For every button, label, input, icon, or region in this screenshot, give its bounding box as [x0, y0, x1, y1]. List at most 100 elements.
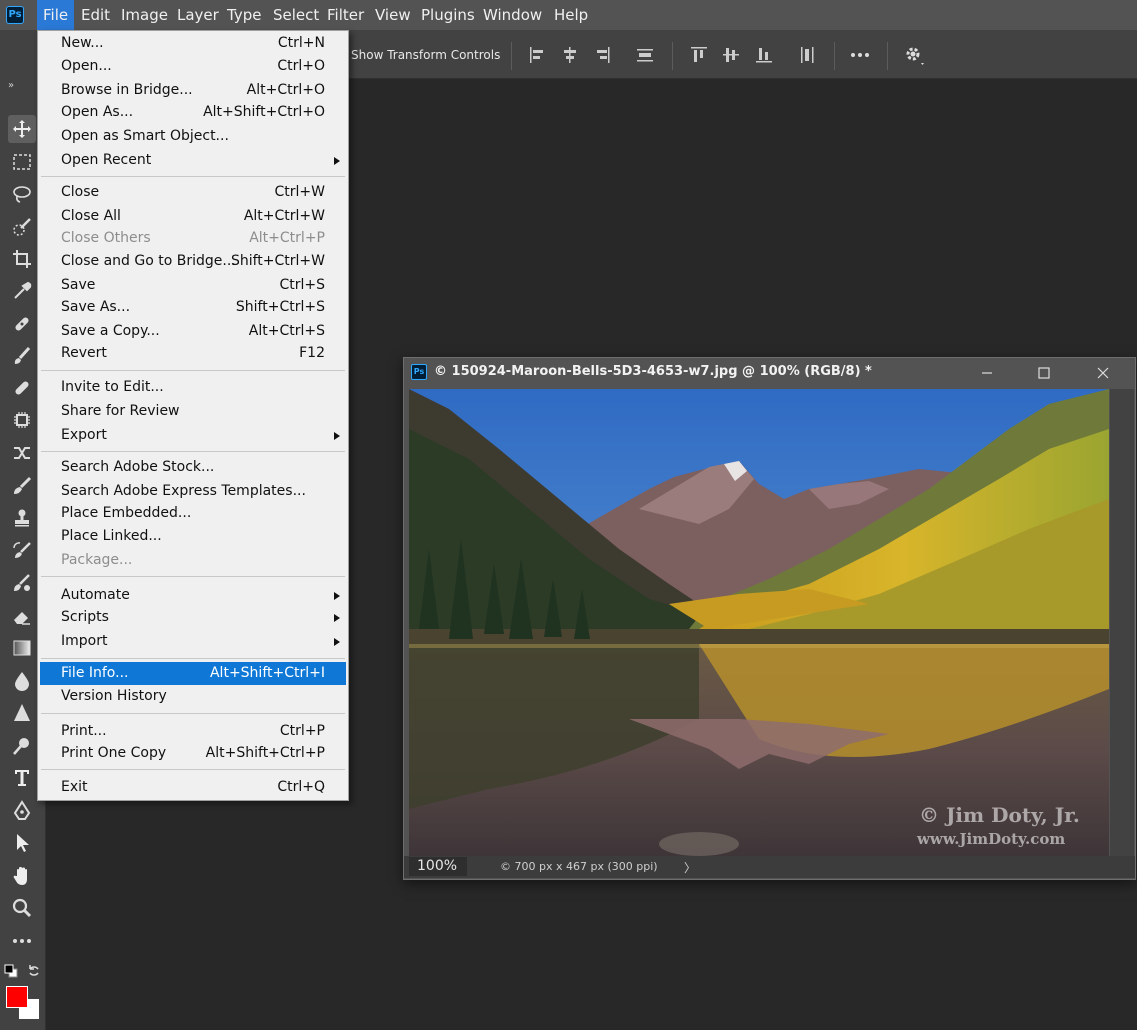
paint-brush-icon[interactable]: [8, 472, 36, 500]
show-transform-controls-label[interactable]: Show Transform Controls: [351, 48, 500, 62]
eraser-tool-icon[interactable]: [8, 602, 36, 630]
menu-filter[interactable]: Filter: [321, 0, 370, 30]
foreground-color-swatch[interactable]: [6, 986, 28, 1008]
menu-item-file-info[interactable]: File Info... Alt+Shift+Ctrl+I: [40, 662, 346, 685]
divider: [672, 42, 673, 70]
menu-item-new[interactable]: New... Ctrl+N: [40, 32, 346, 55]
landscape-photo: © Jim Doty, Jr. www.JimDoty.com: [409, 389, 1109, 856]
document-window: Ps © 150924-Maroon-Bells-5D3-4653-w7.jpg…: [403, 357, 1136, 880]
align-horizontal-center-icon[interactable]: [559, 44, 581, 66]
document-title: © 150924-Maroon-Bells-5D3-4653-w7.jpg @ …: [434, 364, 872, 379]
submenu-arrow-icon: [334, 157, 340, 165]
document-canvas[interactable]: © Jim Doty, Jr. www.JimDoty.com: [409, 389, 1109, 856]
menu-item-save-a-copy[interactable]: Save a Copy... Alt+Ctrl+S: [40, 320, 346, 343]
maximize-button[interactable]: [1024, 360, 1064, 386]
menu-item-scripts[interactable]: Scripts: [40, 606, 346, 629]
clone-stamp-chip-icon[interactable]: [8, 406, 36, 434]
dodge-tool-icon[interactable]: [8, 732, 36, 760]
sharpen-tool-icon[interactable]: [8, 699, 36, 727]
content-aware-move-icon[interactable]: [8, 439, 36, 467]
menu-item-exit[interactable]: Exit Ctrl+Q: [40, 776, 346, 799]
menu-item-version-history[interactable]: Version History: [40, 685, 346, 708]
menu-edit[interactable]: Edit: [75, 0, 116, 30]
marquee-tool-icon[interactable]: [8, 148, 36, 176]
distribute-horizontal-icon[interactable]: [634, 44, 656, 66]
document-info: © 700 px x 467 px (300 ppi): [500, 860, 658, 873]
photoshop-logo-icon[interactable]: Ps: [6, 6, 24, 24]
menu-plugins[interactable]: Plugins: [415, 0, 481, 30]
menu-file[interactable]: File: [37, 0, 75, 30]
move-tool-icon[interactable]: [8, 115, 36, 143]
menu-divider: [41, 769, 345, 770]
eyedropper-tool-icon[interactable]: [8, 277, 36, 305]
zoom-level-field[interactable]: 100%: [409, 857, 467, 876]
menu-item-invite-to-edit[interactable]: Invite to Edit...: [40, 376, 346, 399]
spot-healing-brush-icon[interactable]: [8, 310, 36, 338]
menu-item-save-as[interactable]: Save As... Shift+Ctrl+S: [40, 296, 346, 319]
brush-tool-icon[interactable]: [8, 342, 36, 370]
align-top-icon[interactable]: [688, 44, 710, 66]
menu-view[interactable]: View: [369, 0, 417, 30]
crop-tool-icon[interactable]: [8, 245, 36, 273]
swap-colors-icon[interactable]: [27, 964, 41, 978]
menu-item-share-for-review[interactable]: Share for Review: [40, 400, 346, 423]
menu-item-revert[interactable]: Revert F12: [40, 342, 346, 365]
vertical-scrollbar[interactable]: [1110, 389, 1134, 856]
menu-item-close-all[interactable]: Close All Alt+Ctrl+W: [40, 205, 346, 228]
menu-divider: [41, 576, 345, 577]
align-bottom-icon[interactable]: [753, 44, 775, 66]
menu-item-place-linked[interactable]: Place Linked...: [40, 525, 346, 548]
lasso-tool-icon[interactable]: [8, 180, 36, 208]
menu-item-open-as-smart-object[interactable]: Open as Smart Object...: [40, 125, 346, 148]
menu-item-import[interactable]: Import: [40, 630, 346, 653]
mixer-brush-icon[interactable]: [8, 569, 36, 597]
blur-tool-icon[interactable]: [8, 667, 36, 695]
menu-item-open-as[interactable]: Open As... Alt+Shift+Ctrl+O: [40, 101, 346, 124]
menu-item-place-embedded[interactable]: Place Embedded...: [40, 502, 346, 525]
submenu-arrow-icon: [334, 614, 340, 622]
stamp-tool-icon[interactable]: [8, 504, 36, 532]
distribute-vertical-icon[interactable]: [796, 44, 818, 66]
menu-item-print-one-copy[interactable]: Print One Copy Alt+Shift+Ctrl+P: [40, 742, 346, 765]
menu-item-open-recent[interactable]: Open Recent: [40, 149, 346, 172]
menu-layer[interactable]: Layer: [171, 0, 225, 30]
menu-item-export[interactable]: Export: [40, 424, 346, 447]
close-button[interactable]: [1083, 360, 1123, 386]
menu-item-close[interactable]: Close Ctrl+W: [40, 181, 346, 204]
menu-select[interactable]: Select: [267, 0, 325, 30]
hand-tool-icon[interactable]: [8, 862, 36, 890]
menu-item-save[interactable]: Save Ctrl+S: [40, 274, 346, 297]
document-title-bar[interactable]: Ps © 150924-Maroon-Bells-5D3-4653-w7.jpg…: [404, 358, 1135, 388]
gradient-tool-icon[interactable]: [8, 634, 36, 662]
type-tool-icon[interactable]: [8, 764, 36, 792]
quick-selection-tool-icon[interactable]: [8, 213, 36, 241]
history-brush-icon[interactable]: [8, 537, 36, 565]
menu-item-close-and-go-to-bridge[interactable]: Close and Go to Bridge... Shift+Ctrl+W: [40, 250, 346, 273]
menu-help[interactable]: Help: [548, 0, 594, 30]
minimize-button[interactable]: [967, 360, 1007, 386]
default-colors-icon[interactable]: [4, 964, 18, 978]
bandage-tool-icon[interactable]: [8, 374, 36, 402]
menu-item-automate[interactable]: Automate: [40, 584, 346, 607]
divider: [887, 42, 888, 70]
menu-item-search-adobe-stock[interactable]: Search Adobe Stock...: [40, 456, 346, 479]
menu-item-browse-in-bridge[interactable]: Browse in Bridge... Alt+Ctrl+O: [40, 79, 346, 102]
edit-toolbar-icon[interactable]: [8, 927, 36, 955]
menu-item-open[interactable]: Open... Ctrl+O: [40, 55, 346, 78]
align-left-icon[interactable]: [527, 44, 549, 66]
more-options-icon[interactable]: [849, 44, 871, 66]
menu-type[interactable]: Type: [221, 0, 267, 30]
gear-icon[interactable]: [903, 44, 925, 66]
zoom-tool-icon[interactable]: [8, 894, 36, 922]
collapse-panel-icon[interactable]: »: [8, 80, 14, 91]
menu-image[interactable]: Image: [115, 0, 174, 30]
path-selection-tool-icon[interactable]: [8, 829, 36, 857]
align-vertical-center-icon[interactable]: [720, 44, 742, 66]
menu-item-search-adobe-express-templates[interactable]: Search Adobe Express Templates...: [40, 480, 346, 503]
menu-window[interactable]: Window: [477, 0, 548, 30]
pen-tool-icon[interactable]: [8, 797, 36, 825]
menu-item-print[interactable]: Print... Ctrl+P: [40, 720, 346, 743]
align-right-icon[interactable]: [591, 44, 613, 66]
status-menu-arrow-icon[interactable]: 〉: [684, 859, 696, 876]
divider: [511, 42, 512, 70]
